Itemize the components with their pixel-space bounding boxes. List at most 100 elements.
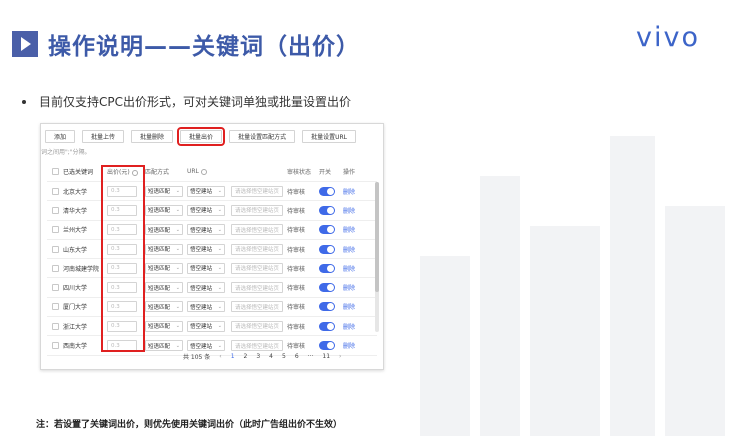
match-type-select[interactable]: 短语匹配 ⌄ (145, 320, 183, 332)
row-checkbox[interactable] (51, 342, 59, 350)
chevron-down-icon: ⌄ (217, 207, 222, 214)
page-number[interactable]: 2 (244, 353, 248, 360)
url-page-input[interactable]: 请选择悟空建站页 (231, 243, 283, 255)
batch-match-type-button[interactable]: 批量设置匹配方式 (229, 130, 296, 143)
bid-input[interactable]: 0.3 (107, 262, 137, 274)
enable-toggle[interactable] (319, 205, 335, 215)
url-page-input[interactable]: 请选择悟空建站页 (231, 320, 283, 332)
match-type-select[interactable]: 短语匹配 ⌄ (145, 204, 183, 216)
match-type-value: 短语匹配 (148, 247, 171, 254)
delete-link[interactable]: 删除 (343, 266, 355, 273)
url-type-value: 悟空建站 (190, 324, 213, 331)
enable-toggle[interactable] (319, 225, 335, 235)
page-number[interactable]: 11 (322, 353, 330, 360)
scrollbar[interactable] (375, 182, 379, 332)
keyword-cell: 浙江大学 (63, 323, 88, 331)
bid-input[interactable]: 0.3 (107, 185, 137, 197)
url-type-select[interactable]: 悟空建站 ⌄ (187, 282, 225, 294)
row-checkbox[interactable] (51, 206, 59, 214)
enable-toggle[interactable] (319, 321, 335, 331)
keyword-cell: 兰州大学 (63, 227, 88, 235)
url-page-input[interactable]: 请选择悟空建站页 (231, 340, 283, 352)
row-checkbox[interactable] (51, 303, 59, 311)
scroll-thumb[interactable] (375, 182, 379, 292)
delete-link[interactable]: 删除 (343, 324, 355, 331)
enable-toggle[interactable] (319, 186, 335, 196)
url-type-select[interactable]: 悟空建站 ⌄ (187, 204, 225, 216)
url-type-select[interactable]: 悟空建站 ⌄ (187, 243, 225, 255)
match-type-select[interactable]: 短语匹配 ⌄ (145, 224, 183, 236)
bid-input[interactable]: 0.3 (107, 340, 137, 352)
url-type-value: 悟空建站 (190, 247, 213, 254)
row-checkbox[interactable] (51, 226, 59, 234)
delete-link[interactable]: 删除 (343, 227, 355, 234)
row-checkbox[interactable] (51, 322, 59, 330)
url-page-input[interactable]: 请选择悟空建站页 (231, 301, 283, 313)
match-type-select[interactable]: 短语匹配 ⌄ (145, 262, 183, 274)
enable-toggle[interactable] (319, 244, 335, 254)
url-page-input[interactable]: 请选择悟空建站页 (231, 185, 283, 197)
url-type-select[interactable]: 悟空建站 ⌄ (187, 301, 225, 313)
keyword-cell: 西南大学 (63, 343, 88, 351)
chevron-down-icon: ⌄ (175, 226, 180, 233)
play-arrow-icon (12, 31, 38, 57)
delete-link[interactable]: 删除 (343, 304, 355, 311)
url-page-input[interactable]: 请选择悟空建站页 (231, 224, 283, 236)
chevron-down-icon: ⌄ (217, 265, 222, 272)
url-type-select[interactable]: 悟空建站 ⌄ (187, 320, 225, 332)
url-type-select[interactable]: 悟空建站 ⌄ (187, 340, 225, 352)
page-number[interactable]: ··· (308, 353, 314, 360)
delete-link[interactable]: 删除 (343, 208, 355, 215)
enable-toggle[interactable] (319, 263, 335, 273)
delete-link[interactable]: 删除 (343, 343, 355, 350)
url-page-input[interactable]: 请选择悟空建站页 (231, 282, 283, 294)
batch-upload-button[interactable]: 批量上传 (82, 130, 125, 143)
page-number[interactable]: 5 (282, 353, 286, 360)
chevron-left-icon[interactable]: ‹ (219, 353, 221, 360)
delete-link[interactable]: 删除 (343, 285, 355, 292)
row-checkbox[interactable] (51, 245, 59, 253)
match-type-select[interactable]: 短语匹配 ⌄ (145, 185, 183, 197)
row-checkbox[interactable] (51, 284, 59, 292)
bid-input[interactable]: 0.3 (107, 301, 137, 313)
page-number[interactable]: 4 (269, 353, 273, 360)
match-type-select[interactable]: 短语匹配 ⌄ (145, 301, 183, 313)
chevron-down-icon: ⌄ (175, 323, 180, 330)
delete-link[interactable]: 删除 (343, 247, 355, 254)
batch-bid-button[interactable]: 批量出价 (177, 127, 226, 146)
header-url: URL (187, 168, 199, 175)
keyword-cell: 厦门大学 (63, 304, 88, 312)
page-number[interactable]: 6 (295, 353, 299, 360)
url-type-select[interactable]: 悟空建站 ⌄ (187, 185, 225, 197)
delete-link[interactable]: 删除 (343, 189, 355, 196)
enable-toggle[interactable] (319, 341, 335, 351)
enable-toggle[interactable] (319, 283, 335, 293)
url-page-input[interactable]: 请选择悟空建站页 (231, 262, 283, 274)
match-type-select[interactable]: 短语匹配 ⌄ (145, 282, 183, 294)
select-all-checkbox[interactable] (51, 168, 59, 175)
chevron-right-icon[interactable]: › (339, 353, 341, 360)
help-icon[interactable] (200, 168, 207, 175)
help-icon[interactable] (131, 169, 138, 176)
url-page-input[interactable]: 请选择悟空建站页 (231, 204, 283, 216)
match-type-select[interactable]: 短语匹配 ⌄ (145, 340, 183, 352)
bid-input[interactable]: 0.3 (107, 243, 137, 255)
status-text: 待审核 (287, 304, 306, 312)
url-type-select[interactable]: 悟空建站 ⌄ (187, 262, 225, 274)
bid-input[interactable]: 0.3 (107, 320, 137, 332)
batch-url-button[interactable]: 批量设置URL (302, 130, 356, 143)
page-number[interactable]: 1 (231, 353, 235, 360)
bid-input[interactable]: 0.3 (107, 282, 137, 294)
bid-input[interactable]: 0.3 (107, 224, 137, 236)
url-type-select[interactable]: 悟空建站 ⌄ (187, 224, 225, 236)
row-checkbox[interactable] (51, 187, 59, 195)
url-type-value: 悟空建站 (190, 189, 213, 196)
bid-input[interactable]: 0.3 (107, 204, 137, 216)
row-checkbox[interactable] (51, 264, 59, 272)
batch-delete-button[interactable]: 批量删除 (131, 130, 174, 143)
match-type-select[interactable]: 短语匹配 ⌄ (145, 243, 183, 255)
add-button[interactable]: 添加 (45, 130, 76, 143)
enable-toggle[interactable] (319, 302, 335, 312)
page-number[interactable]: 3 (256, 353, 260, 360)
chevron-down-icon: ⌄ (175, 303, 180, 310)
